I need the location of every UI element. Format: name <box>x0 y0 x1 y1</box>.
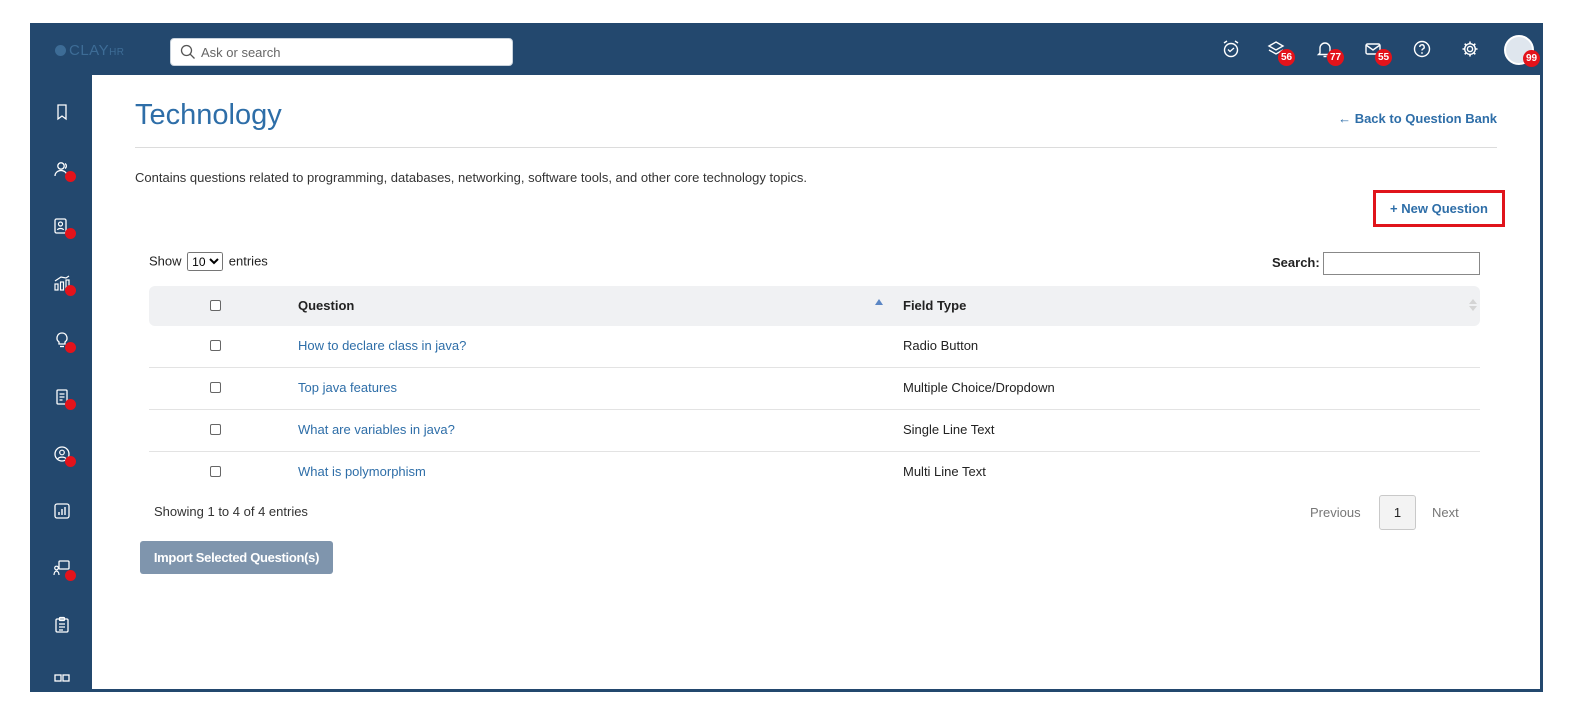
pagination-previous[interactable]: Previous <box>1310 505 1361 520</box>
settings-button[interactable] <box>1460 39 1482 61</box>
title-divider <box>135 147 1497 148</box>
id-card-alert-dot <box>65 228 76 239</box>
sidebar-item-checklist[interactable] <box>52 615 76 639</box>
analytics-alert-dot <box>65 285 76 296</box>
table-row: What is polymorphism Multi Line Text <box>149 452 1480 494</box>
main-content: Technology ← Back to Question Bank Conta… <box>92 75 1540 689</box>
select-all-checkbox[interactable] <box>210 300 221 311</box>
question-link[interactable]: What are variables in java? <box>298 422 455 437</box>
sidebar-item-reports[interactable] <box>52 501 76 525</box>
help-button[interactable] <box>1412 39 1434 61</box>
question-link[interactable]: What is polymorphism <box>298 464 426 479</box>
page-size-select[interactable]: 10 <box>187 252 224 271</box>
page-size-control: Show 10 entries <box>149 252 268 271</box>
profile-alert-dot <box>65 456 76 467</box>
notifications-badge: 77 <box>1327 49 1344 66</box>
table-row: How to declare class in java? Radio Butt… <box>149 326 1480 368</box>
search-input[interactable] <box>201 42 501 62</box>
field-type-cell: Radio Button <box>903 338 979 353</box>
field-type-cell: Multi Line Text <box>903 464 986 479</box>
sidebar-item-documents[interactable] <box>52 387 76 411</box>
table-row: Top java features Multiple Choice/Dropdo… <box>149 368 1480 410</box>
logo-suffix: HR <box>109 47 125 58</box>
notifications-button[interactable]: 77 <box>1315 39 1344 66</box>
logo-mark-icon <box>55 45 66 56</box>
global-search[interactable] <box>170 38 513 66</box>
sidebar-item-people[interactable] <box>52 159 76 183</box>
row-checkbox[interactable] <box>210 340 221 351</box>
people-alert-dot <box>65 171 76 182</box>
documents-alert-dot <box>65 399 76 410</box>
clipboard-icon <box>55 616 69 633</box>
table-info: Showing 1 to 4 of 4 entries <box>154 504 308 519</box>
top-bar: CLAYHR 56 77 55 99 <box>33 26 1540 75</box>
sidebar-item-apps[interactable] <box>52 672 76 689</box>
row-checkbox[interactable] <box>210 382 221 393</box>
sidebar-item-id-card[interactable] <box>52 216 76 240</box>
alarm-clock-button[interactable] <box>1221 39 1243 61</box>
ideas-alert-dot <box>65 342 76 353</box>
grid-icon <box>54 674 70 682</box>
clayhr-logo[interactable]: CLAYHR <box>55 42 125 59</box>
avatar-badge: 99 <box>1523 50 1540 67</box>
entries-label: entries <box>228 253 268 269</box>
sidebar <box>33 75 92 689</box>
question-link[interactable]: Top java features <box>298 380 397 395</box>
back-to-question-bank-link[interactable]: ← Back to Question Bank <box>1338 111 1497 126</box>
row-checkbox[interactable] <box>210 424 221 435</box>
sort-both-icon <box>1469 299 1477 313</box>
pagination-next[interactable]: Next <box>1432 505 1459 520</box>
app-frame: CLAYHR 56 77 55 99 <box>30 23 1543 692</box>
question-link[interactable]: How to declare class in java? <box>298 338 466 353</box>
logo-text: CLAY <box>69 42 110 59</box>
table-search-label: Search: <box>1272 255 1320 270</box>
sidebar-item-bookmarks[interactable] <box>52 102 76 126</box>
bar-chart-icon <box>54 503 70 519</box>
search-icon <box>180 44 195 59</box>
question-column-header[interactable]: Question <box>298 298 354 313</box>
bookmark-icon <box>57 104 67 121</box>
table-header: Question Field Type <box>149 286 1480 326</box>
field-type-cell: Multiple Choice/Dropdown <box>903 380 1055 395</box>
sidebar-item-ideas[interactable] <box>52 330 76 354</box>
import-selected-button[interactable]: Import Selected Question(s) <box>140 541 333 574</box>
layers-button[interactable]: 56 <box>1266 39 1295 66</box>
layers-badge: 56 <box>1278 49 1295 66</box>
sidebar-item-training[interactable] <box>52 558 76 582</box>
messages-badge: 55 <box>1375 49 1392 66</box>
gear-icon <box>1462 41 1478 57</box>
field-type-column-header[interactable]: Field Type <box>903 298 966 313</box>
show-label: Show <box>149 253 182 269</box>
sidebar-item-profile[interactable] <box>52 444 76 468</box>
training-alert-dot <box>65 570 76 581</box>
user-avatar[interactable]: 99 <box>1504 35 1540 67</box>
new-question-button[interactable]: + New Question <box>1373 190 1505 227</box>
messages-button[interactable]: 55 <box>1363 39 1392 66</box>
field-type-cell: Single Line Text <box>903 422 995 437</box>
row-checkbox[interactable] <box>210 466 221 477</box>
pagination-page-1[interactable]: 1 <box>1379 495 1416 530</box>
page-description: Contains questions related to programmin… <box>135 170 808 185</box>
table-search-input[interactable] <box>1323 252 1480 275</box>
sidebar-item-analytics[interactable] <box>52 273 76 297</box>
page-title: Technology <box>135 99 282 131</box>
table-row: What are variables in java? Single Line … <box>149 410 1480 452</box>
sort-ascending-icon <box>875 299 883 305</box>
help-icon <box>1413 40 1431 58</box>
alarm-clock-icon <box>1223 40 1239 58</box>
